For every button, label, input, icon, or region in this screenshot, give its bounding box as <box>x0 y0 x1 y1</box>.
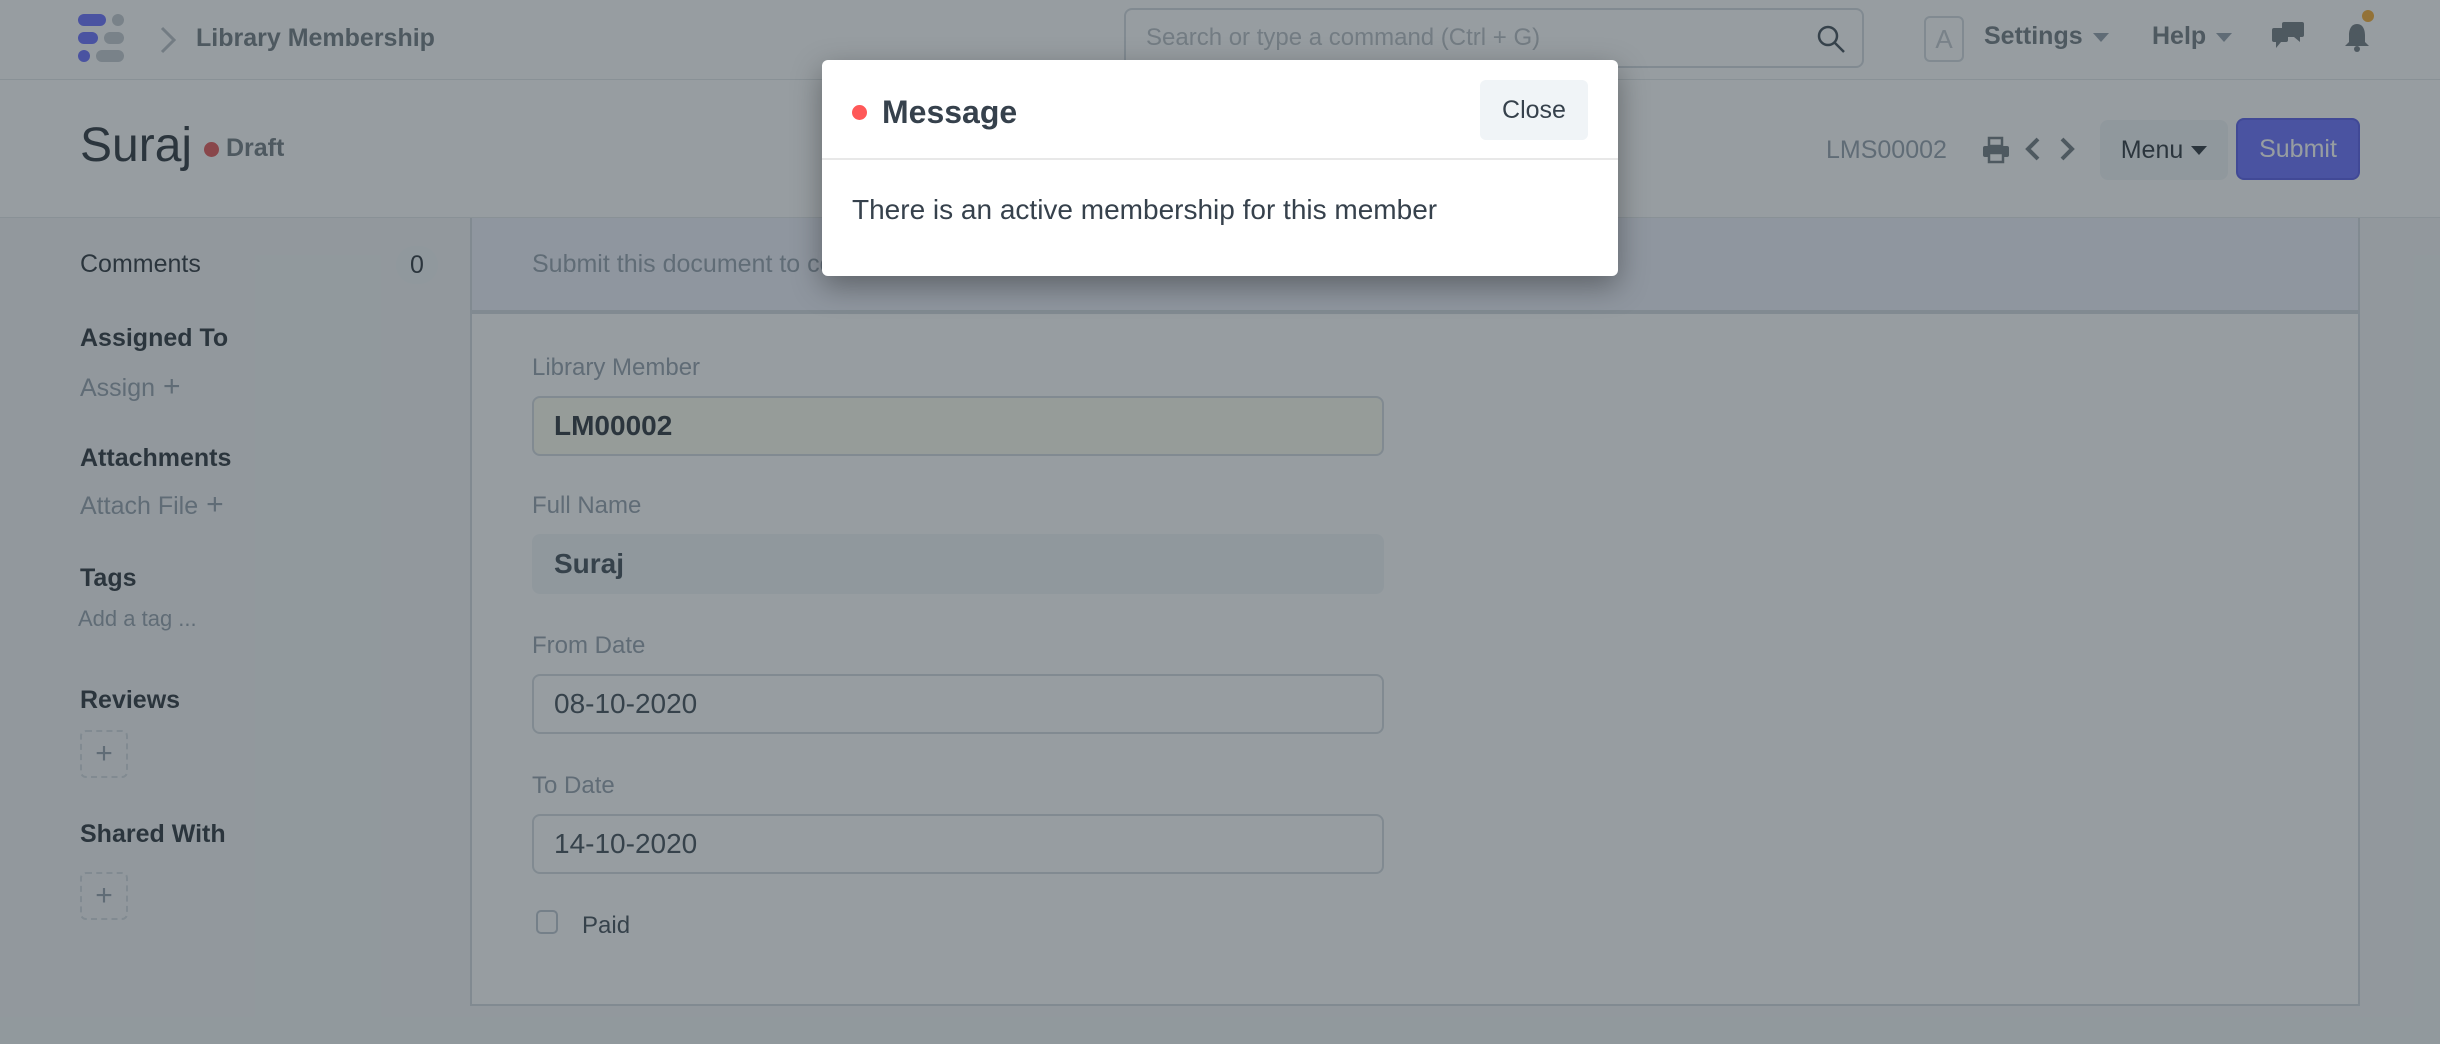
close-button[interactable]: Close <box>1480 80 1588 140</box>
dialog-message: There is an active membership for this m… <box>852 194 1438 225</box>
message-dialog: Message Close There is an active members… <box>822 60 1618 276</box>
dialog-header: Message Close <box>822 60 1618 160</box>
dialog-title: Message <box>882 94 1018 130</box>
indicator-dot <box>852 105 867 120</box>
